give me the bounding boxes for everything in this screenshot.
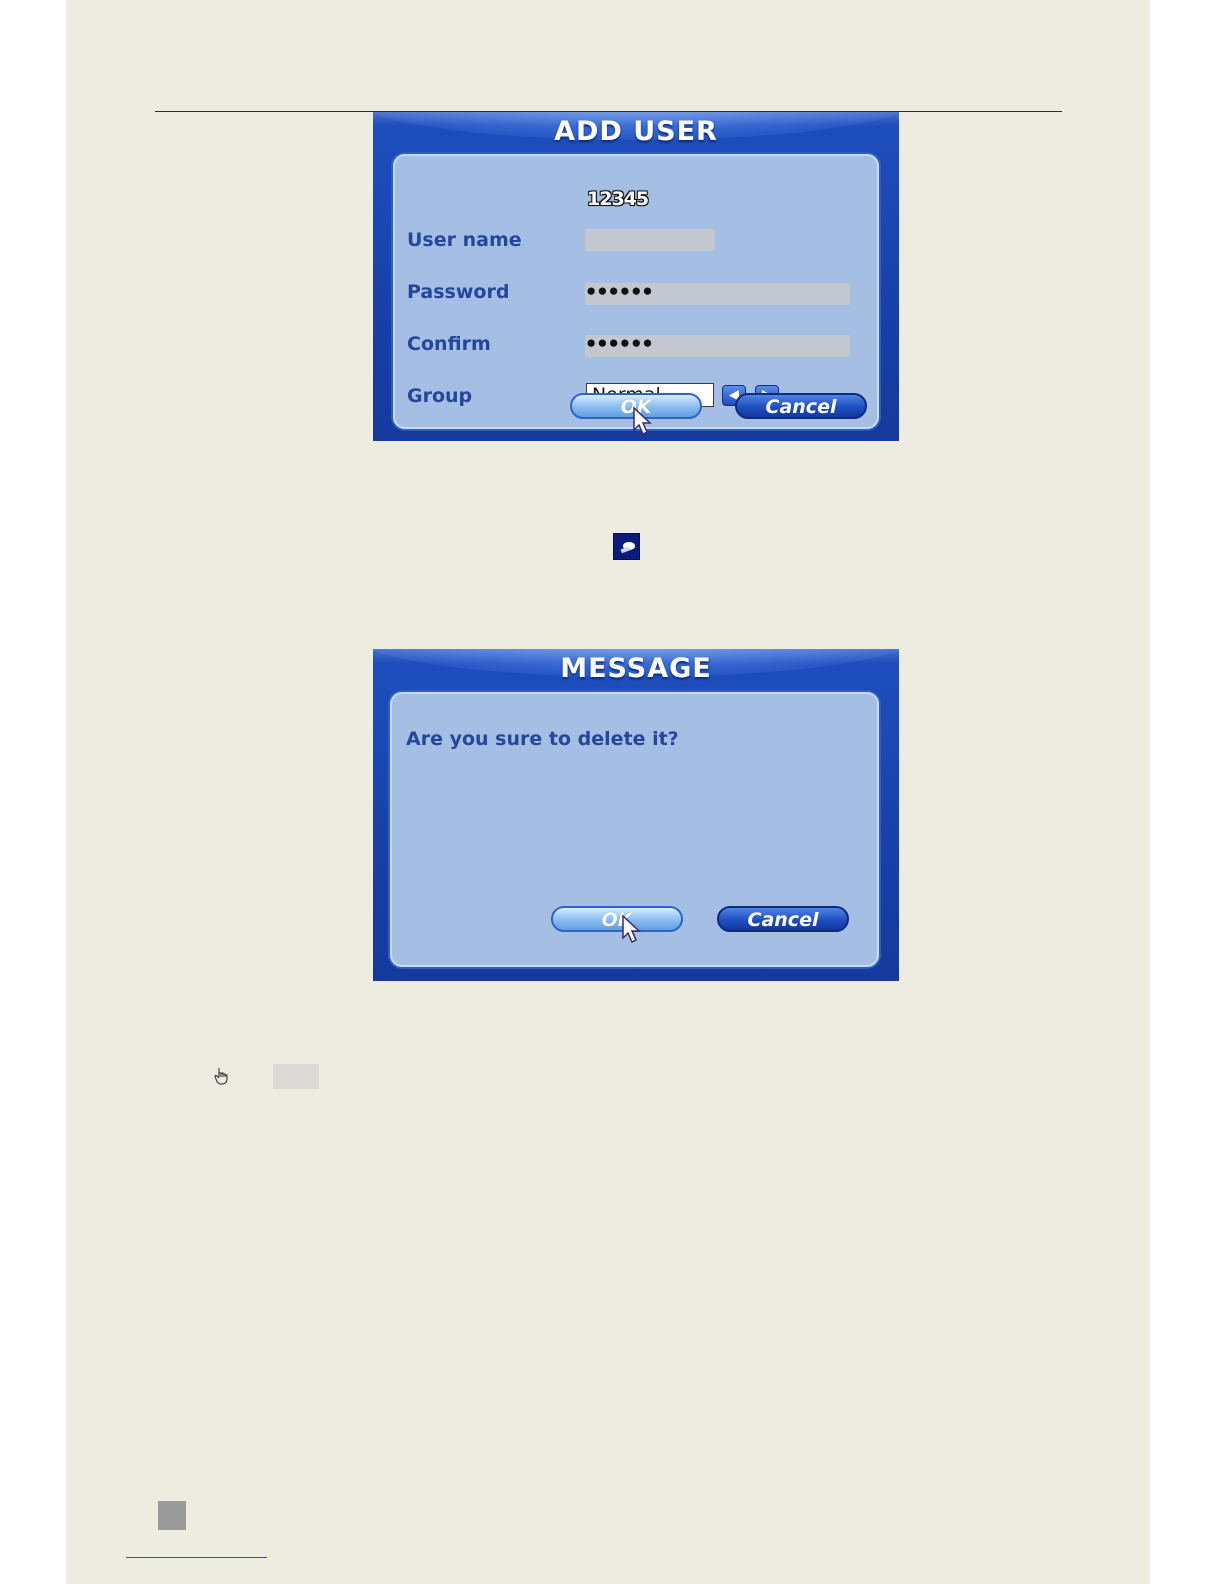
- confirm-message: Are you sure to delete it?: [406, 728, 679, 750]
- pointer-cursor-icon: [633, 406, 652, 436]
- password-label: Password: [407, 281, 510, 303]
- dialog-title: MESSAGE: [560, 653, 712, 684]
- username-field[interactable]: [585, 229, 715, 251]
- confirm-label: Confirm: [407, 333, 491, 355]
- cancel-button[interactable]: Cancel: [717, 906, 849, 932]
- ok-button[interactable]: OK: [551, 906, 683, 932]
- pointer-cursor-icon: [622, 914, 641, 944]
- password-value: ●●●●●●: [586, 281, 654, 300]
- page-marker: [158, 1501, 186, 1530]
- username-label: User name: [407, 229, 522, 251]
- dialog-title: ADD USER: [554, 116, 718, 147]
- inline-placeholder: [273, 1064, 319, 1089]
- hand-pointer-icon: [214, 1068, 228, 1085]
- dialog-panel: User name 12345 Password ●●●●●● Confirm …: [393, 154, 879, 429]
- footer-link-underline[interactable]: [126, 1557, 267, 1558]
- username-value: 12345: [587, 188, 649, 210]
- delete-user-icon[interactable]: [613, 533, 640, 560]
- add-user-dialog: ADD USER User name 12345 Password ●●●●●●…: [373, 112, 899, 441]
- cancel-button[interactable]: Cancel: [735, 393, 867, 419]
- confirm-value: ●●●●●●: [586, 333, 654, 352]
- message-dialog: MESSAGE Are you sure to delete it? OK Ca…: [373, 649, 899, 981]
- group-label: Group: [407, 385, 473, 407]
